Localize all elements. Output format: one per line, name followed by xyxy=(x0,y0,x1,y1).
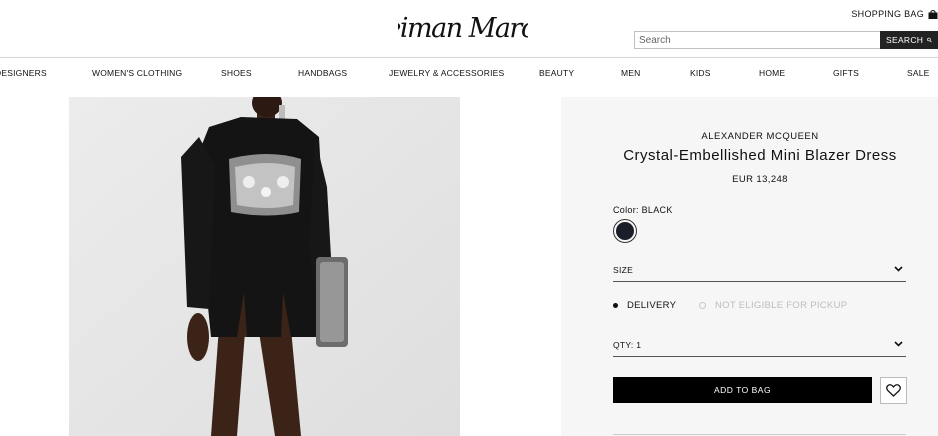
favorite-button[interactable] xyxy=(880,377,907,404)
nav-item-designers[interactable]: DESIGNERS xyxy=(0,68,47,78)
nav-item-beauty[interactable]: BEAUTY xyxy=(539,68,574,78)
shopping-bag-label: SHOPPING BAG xyxy=(851,9,924,19)
quantity-select[interactable]: QTY: 1 xyxy=(613,340,906,357)
nav-item-shoes[interactable]: SHOES xyxy=(221,68,252,78)
section-divider xyxy=(613,434,906,435)
nav-item-jewelry-accessories[interactable]: JEWELRY & ACCESSORIES xyxy=(389,68,504,78)
logo-wordmark: Neiman Marcus xyxy=(398,13,528,44)
site-logo[interactable]: Neiman Marcus xyxy=(398,3,528,51)
nav-item-kids[interactable]: KIDS xyxy=(690,68,711,78)
site-header: Neiman Marcus SHOPPING BAG SEARCH xyxy=(0,0,938,58)
nav-item-home[interactable]: HOME xyxy=(759,68,785,78)
search-icon xyxy=(927,37,932,43)
delivery-label: DELIVERY xyxy=(627,300,677,311)
chevron-down-icon xyxy=(894,266,903,272)
radio-selected-icon xyxy=(613,303,618,308)
nav-item-womens-clothing[interactable]: WOMEN'S CLOTHING xyxy=(92,68,182,78)
pickup-label: NOT ELIGIBLE FOR PICKUP xyxy=(715,300,848,311)
delivery-option[interactable]: DELIVERY xyxy=(613,300,676,311)
qty-value: 1 xyxy=(636,340,642,350)
radio-disabled-icon xyxy=(699,302,706,309)
search-button-label: SEARCH xyxy=(886,35,924,45)
color-label: Color: xyxy=(613,205,639,215)
product-brand[interactable]: ALEXANDER MCQUEEN xyxy=(561,131,938,142)
nav-item-men[interactable]: MEN xyxy=(621,68,641,78)
color-label-row: Color: BLACK xyxy=(613,205,673,215)
product-price: EUR 13,248 xyxy=(732,174,788,185)
search-button[interactable]: SEARCH xyxy=(880,31,938,49)
main-nav: DESIGNERS WOMEN'S CLOTHING SHOES HANDBAG… xyxy=(0,57,938,89)
product-details-panel: ALEXANDER MCQUEEN Crystal-Embellished Mi… xyxy=(561,97,938,436)
product-title: Crystal-Embellished Mini Blazer Dress xyxy=(623,147,897,164)
shopping-bag-link[interactable]: SHOPPING BAG xyxy=(851,9,938,19)
color-swatch-black[interactable] xyxy=(613,219,637,243)
size-select[interactable]: SIZE xyxy=(613,265,906,282)
add-to-bag-button[interactable]: ADD TO BAG xyxy=(613,377,872,403)
search-input[interactable] xyxy=(634,31,880,49)
product-image[interactable] xyxy=(69,97,460,436)
nav-item-handbags[interactable]: HANDBAGS xyxy=(298,68,347,78)
pickup-option: NOT ELIGIBLE FOR PICKUP xyxy=(699,300,847,311)
nav-item-sale[interactable]: SALE xyxy=(907,68,930,78)
nav-item-gifts[interactable]: GIFTS xyxy=(833,68,859,78)
swatch-fill xyxy=(616,222,634,240)
svg-text:Neiman Marcus: Neiman Marcus xyxy=(398,13,528,44)
heart-icon xyxy=(886,384,901,397)
color-value: BLACK xyxy=(641,205,673,215)
chevron-down-icon xyxy=(894,341,903,347)
model-photo xyxy=(69,97,460,436)
size-label: SIZE xyxy=(613,265,634,275)
qty-label: QTY: xyxy=(613,340,634,350)
search-bar: SEARCH xyxy=(634,31,938,49)
shopping-bag-icon xyxy=(928,9,938,19)
